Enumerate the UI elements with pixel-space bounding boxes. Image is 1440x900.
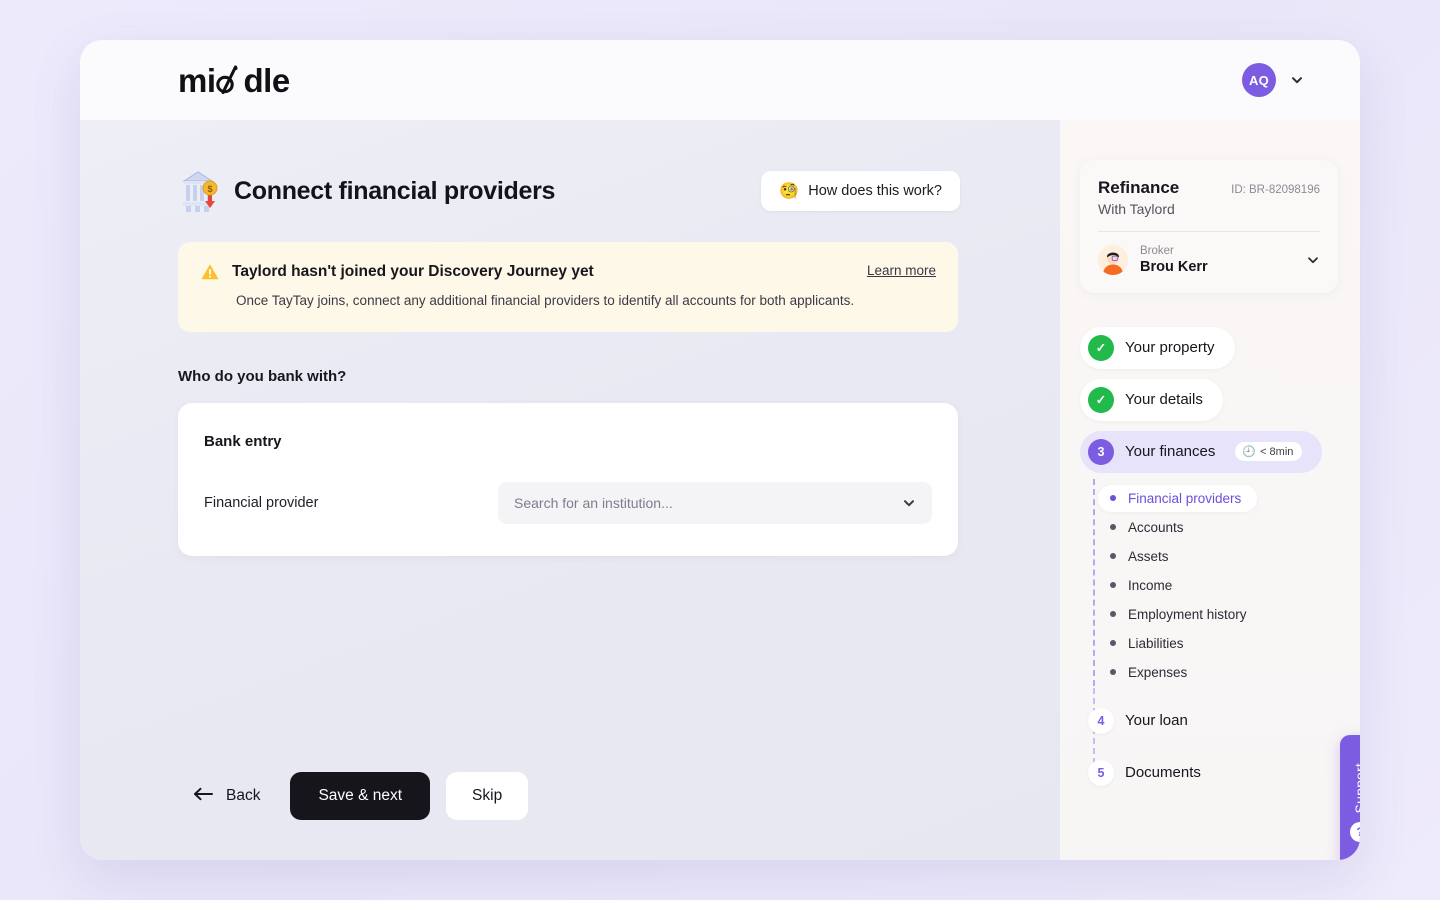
broker-role: Broker: [1140, 245, 1174, 257]
learn-more-link[interactable]: Learn more: [867, 263, 936, 278]
footer-actions: Back Save & next Skip: [178, 772, 529, 820]
sidebar: Refinance ID: BR-82098196 With Taylord B…: [1060, 120, 1360, 860]
financial-provider-select[interactable]: Search for an institution...: [498, 482, 932, 525]
skip-button[interactable]: Skip: [446, 772, 529, 820]
clock-icon: 🕘: [1242, 446, 1257, 458]
substep-label: Financial providers: [1128, 490, 1242, 506]
app-header: mi dle AQ: [80, 40, 1360, 120]
finances-substeps: Financial providers Accounts Assets Inco…: [1080, 478, 1338, 688]
chevron-down-icon[interactable]: [1306, 253, 1320, 267]
step-number-badge: 3: [1088, 438, 1114, 465]
remaining-steps: 4 Your loan 5 Documents: [1080, 687, 1338, 804]
how-does-this-work-label: How does this work?: [808, 183, 942, 199]
broker-text: Broker Brou Kerr: [1140, 244, 1294, 277]
check-icon: ✓: [1088, 334, 1114, 361]
chevron-down-icon[interactable]: [902, 496, 916, 510]
app-window: mi dle AQ $ Connect financial providers …: [80, 40, 1360, 860]
sidebar-item-financial-providers[interactable]: Financial providers: [1098, 484, 1258, 512]
bullet-icon: [1110, 524, 1116, 530]
sidebar-step-your-finances[interactable]: 3 Your finances 🕘 < 8min: [1080, 430, 1323, 473]
step-label: Your property: [1125, 339, 1215, 356]
chevron-down-icon[interactable]: [1290, 73, 1304, 87]
warning-title: Taylord hasn't joined your Discovery Jou…: [232, 263, 594, 280]
logo-text-mi: mi: [178, 61, 216, 99]
sidebar-item-expenses[interactable]: Expenses: [1098, 659, 1203, 686]
time-estimate-label: < 8min: [1260, 445, 1294, 458]
sidebar-item-income[interactable]: Income: [1098, 572, 1188, 599]
title-left: $ Connect financial providers: [178, 168, 555, 214]
bank-entry-heading: Bank entry: [204, 433, 282, 451]
step-number-badge: 5: [1088, 759, 1114, 786]
support-label: Support: [1352, 763, 1360, 814]
deal-top-row: Refinance ID: BR-82098196: [1098, 178, 1320, 198]
page-title: Connect financial providers: [234, 176, 556, 205]
warning-banner: Taylord hasn't joined your Discovery Jou…: [178, 242, 958, 333]
sidebar-item-accounts[interactable]: Accounts: [1098, 514, 1200, 541]
bullet-icon: [1110, 669, 1116, 675]
step-label: Your details: [1125, 391, 1203, 408]
financial-provider-placeholder: Search for an institution...: [514, 495, 673, 512]
substep-connector-line: [1093, 478, 1095, 686]
substep-label: Employment history: [1128, 606, 1247, 622]
substep-label: Accounts: [1128, 519, 1184, 535]
sidebar-item-assets[interactable]: Assets: [1098, 543, 1185, 570]
question-mark-icon: ?: [1350, 821, 1360, 842]
svg-text:$: $: [207, 184, 212, 194]
financial-provider-label: Financial provider: [204, 495, 319, 512]
logo-text-dle: dle: [243, 61, 291, 99]
body: $ Connect financial providers 🧐 How does…: [80, 120, 1360, 860]
deal-name: Refinance: [1098, 178, 1180, 197]
bank-institution-icon: $: [178, 168, 218, 214]
time-estimate-badge: 🕘 < 8min: [1235, 442, 1303, 461]
header-actions: AQ: [1242, 63, 1304, 97]
broker-row[interactable]: Broker Brou Kerr: [1098, 244, 1320, 277]
main-content: $ Connect financial providers 🧐 How does…: [80, 120, 1060, 860]
warning-triangle-icon: [200, 262, 220, 282]
warning-top-row: Taylord hasn't joined your Discovery Jou…: [200, 262, 936, 282]
bullet-icon: [1110, 553, 1116, 559]
divider: [1098, 231, 1320, 232]
step-label: Your finances: [1125, 443, 1216, 460]
avatar[interactable]: AQ: [1242, 63, 1276, 97]
sidebar-step-your-property[interactable]: ✓ Your property: [1080, 326, 1235, 369]
bank-question-label: Who do you bank with?: [178, 368, 347, 386]
sidebar-item-liabilities[interactable]: Liabilities: [1098, 630, 1200, 657]
sidebar-item-employment-history[interactable]: Employment history: [1098, 601, 1263, 628]
deal-subtitle: With Taylord: [1098, 201, 1175, 217]
broker-avatar: [1098, 245, 1128, 276]
bullet-icon: [1110, 640, 1116, 646]
bullet-icon: [1110, 495, 1116, 501]
warning-body: Once TayTay joins, connect any additiona…: [236, 293, 855, 308]
warning-title-wrap: Taylord hasn't joined your Discovery Jou…: [200, 262, 594, 282]
back-label: Back: [226, 787, 261, 804]
step-label: Documents: [1125, 764, 1201, 781]
sidebar-step-your-loan[interactable]: 4 Your loan: [1080, 700, 1208, 742]
sidebar-step-documents[interactable]: 5 Documents: [1080, 752, 1221, 794]
logo-mark-icon: [215, 65, 245, 95]
back-button[interactable]: Back: [178, 787, 274, 806]
monocle-emoji-icon: 🧐: [779, 183, 800, 200]
broker-name: Brou Kerr: [1140, 259, 1208, 276]
progress-steps: ✓ Your property ✓ Your details 3 Your fi…: [1080, 326, 1338, 804]
sidebar-step-your-details[interactable]: ✓ Your details: [1080, 378, 1223, 421]
bullet-icon: [1110, 611, 1116, 617]
bullet-icon: [1110, 582, 1116, 588]
financial-provider-row: Financial provider Search for an institu…: [204, 482, 932, 525]
support-tab-button[interactable]: Support ?: [1340, 735, 1360, 860]
title-row: $ Connect financial providers 🧐 How does…: [178, 168, 960, 214]
substep-label: Income: [1128, 577, 1173, 593]
substep-label: Expenses: [1128, 664, 1188, 680]
deal-id: ID: BR-82098196: [1231, 184, 1320, 196]
step-label: Your loan: [1125, 712, 1188, 729]
check-icon: ✓: [1088, 386, 1114, 413]
arrow-left-icon: [192, 787, 214, 806]
substep-label: Liabilities: [1128, 635, 1184, 651]
deal-summary-card: Refinance ID: BR-82098196 With Taylord B…: [1080, 160, 1338, 293]
bank-entry-card: Bank entry Financial provider Search for…: [178, 403, 958, 557]
substep-label: Assets: [1128, 548, 1169, 564]
save-and-next-button[interactable]: Save & next: [290, 772, 431, 820]
how-does-this-work-button[interactable]: 🧐 How does this work?: [761, 171, 960, 211]
middle-logo[interactable]: mi dle: [178, 64, 290, 97]
step-number-badge: 4: [1088, 707, 1114, 734]
